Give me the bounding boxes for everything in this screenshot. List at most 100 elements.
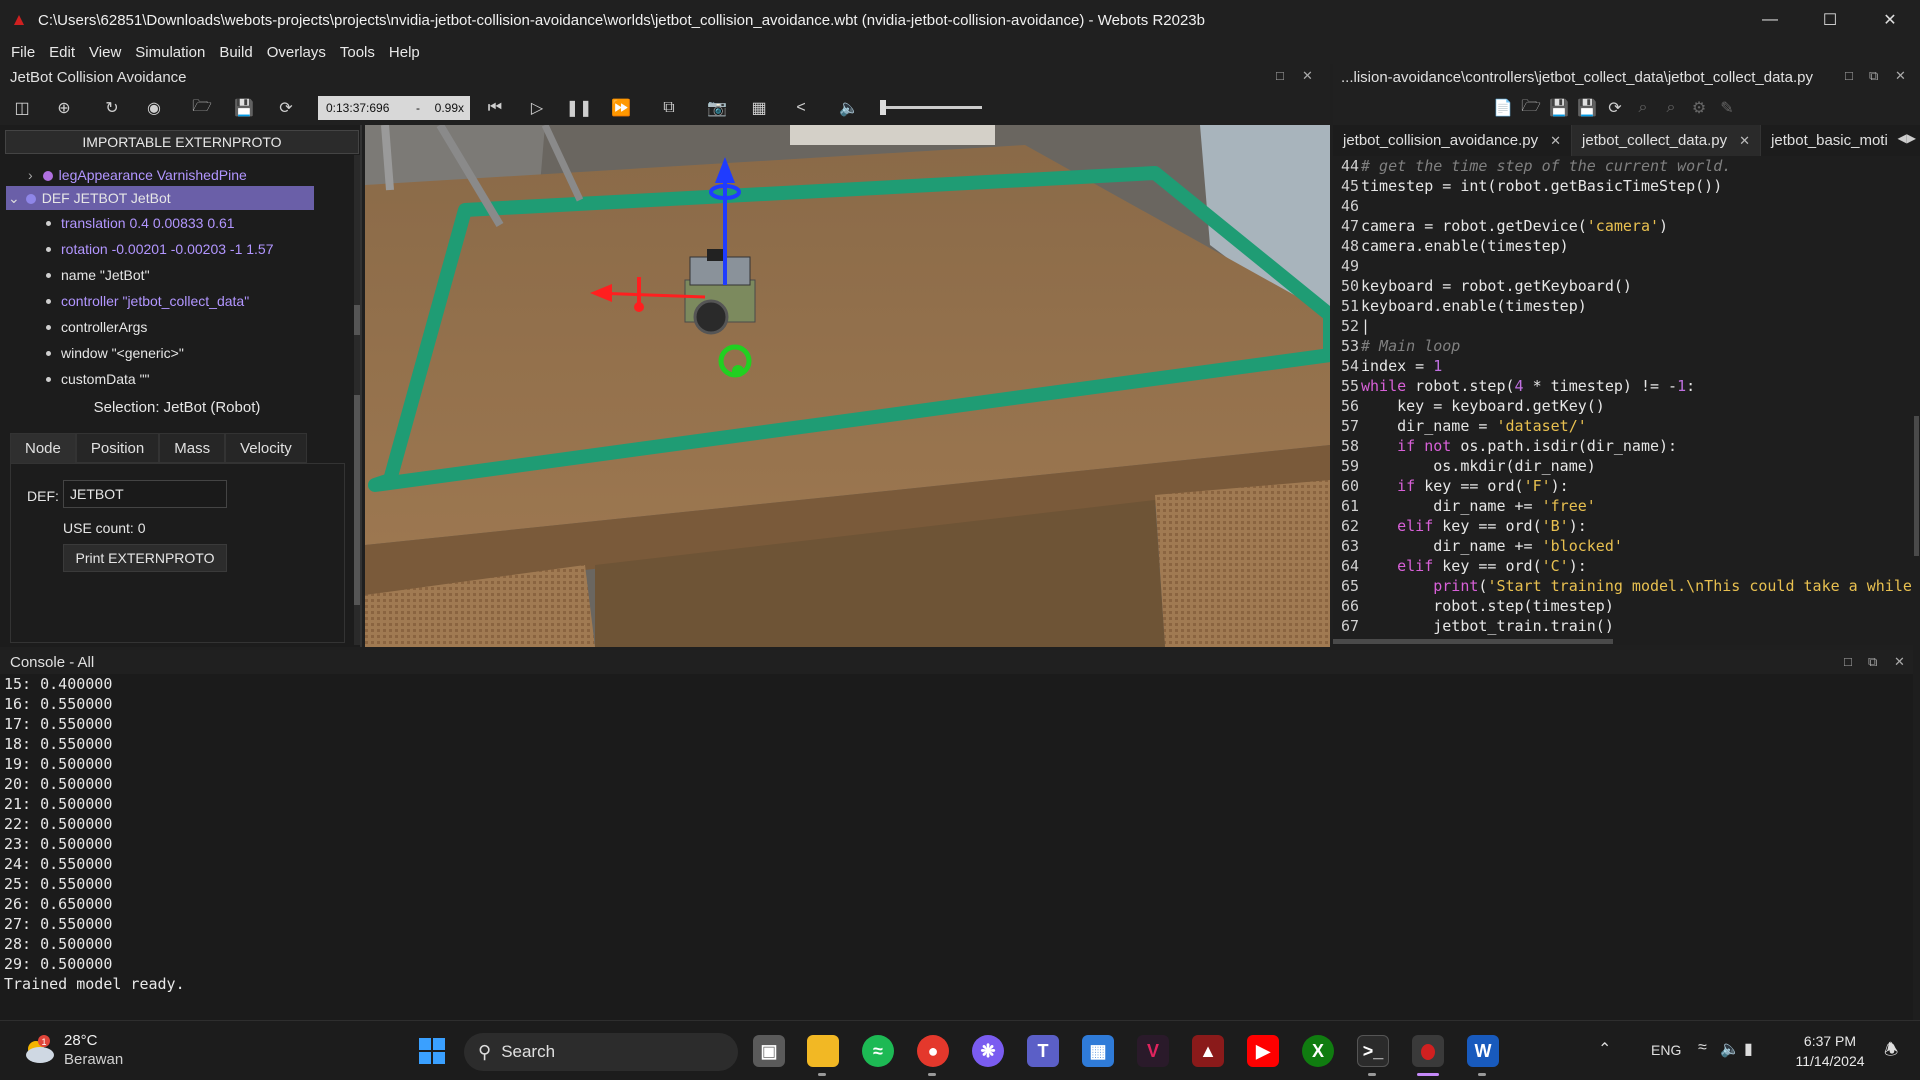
save-world-icon[interactable]: 💾 — [234, 98, 254, 118]
revert-file-icon[interactable]: ⟳ — [1605, 98, 1625, 118]
maximize-panel-icon[interactable]: ⧉ — [1869, 68, 1878, 84]
menu-view[interactable]: View — [82, 44, 128, 61]
right-vertical-scrollbar[interactable] — [1913, 156, 1920, 1038]
close-tab-icon[interactable]: ✕ — [1550, 133, 1561, 148]
task-view-icon[interactable]: ▣ — [753, 1035, 785, 1067]
fast-forward-icon[interactable]: ⏩ — [611, 98, 631, 118]
reload-world-icon[interactable]: ⟳ — [276, 98, 296, 118]
tab-jetbot-basic-motion[interactable]: jetbot_basic_moti — [1761, 125, 1898, 156]
file-explorer-icon[interactable] — [807, 1035, 839, 1067]
taskbar-search[interactable]: ⚲ Search — [464, 1033, 738, 1071]
tree-field-custom-data[interactable]: customData "" — [46, 367, 150, 391]
vertical-scrollbar-thumb[interactable] — [1914, 416, 1919, 556]
tab-jetbot-collect-data[interactable]: jetbot_collect_data.py ✕ — [1572, 125, 1762, 156]
screenshot-icon[interactable]: 📷 — [707, 98, 727, 118]
menu-help[interactable]: Help — [382, 44, 427, 61]
close-panel-icon[interactable]: ✕ — [1302, 68, 1313, 84]
close-tab-icon[interactable]: ✕ — [1739, 133, 1750, 148]
print-externproto-button[interactable]: Print EXTERNPROTO — [63, 544, 227, 572]
taskbar-clock[interactable]: 6:37 PM 11/14/2024 — [1784, 1031, 1876, 1071]
tab-mass[interactable]: Mass — [159, 433, 226, 463]
selection-scrollbar[interactable] — [354, 395, 360, 645]
find-icon[interactable]: ⌕ — [1633, 98, 1653, 118]
editor-hscroll-thumb[interactable] — [1333, 639, 1613, 644]
y-handle-knob[interactable] — [732, 365, 744, 377]
close-panel-icon[interactable]: ✕ — [1894, 654, 1905, 670]
chevron-down-icon[interactable]: ⌄ — [8, 190, 20, 206]
float-panel-icon[interactable]: □ — [1276, 68, 1284, 83]
def-field[interactable]: JETBOT — [63, 480, 227, 508]
tree-item-leg-appearance[interactable]: › legAppearance VarnishedPine — [28, 163, 247, 187]
tree-field-translation[interactable]: translation 0.4 0.00833 0.61 — [46, 211, 235, 235]
wifi-icon[interactable]: ≈ — [1698, 1039, 1707, 1057]
word-icon[interactable]: W — [1467, 1035, 1499, 1067]
youtube-icon[interactable]: ▶ — [1247, 1035, 1279, 1067]
menu-overlays[interactable]: Overlays — [260, 44, 333, 61]
selection-scrollbar-thumb[interactable] — [354, 395, 360, 605]
tree-item-jetbot-selected[interactable]: ⌄ DEF JETBOT JetBot — [6, 186, 314, 210]
tree-field-window[interactable]: window "<generic>" — [46, 341, 184, 365]
toggle-scene-tree-icon[interactable]: ◫ — [12, 98, 32, 118]
add-node-icon[interactable]: ⊕ — [54, 98, 74, 118]
teams-icon[interactable]: T — [1027, 1035, 1059, 1067]
tab-scroll-arrows[interactable]: ◀▶ — [1898, 131, 1916, 145]
tab-position[interactable]: Position — [75, 433, 160, 463]
minimize-button[interactable]: — — [1740, 0, 1800, 40]
tab-jetbot-collision-avoidance[interactable]: jetbot_collision_avoidance.py ✕ — [1333, 125, 1573, 156]
chevron-up-icon[interactable]: ⌃ — [1598, 1039, 1611, 1059]
weather-widget[interactable]: 1 28°C Berawan — [22, 1031, 123, 1069]
maximize-panel-icon[interactable]: ⧉ — [1868, 654, 1877, 670]
spotify-icon[interactable]: ≈ — [862, 1035, 894, 1067]
menu-edit[interactable]: Edit — [42, 44, 82, 61]
microsoft-store-icon[interactable]: ▦ — [1082, 1035, 1114, 1067]
close-panel-icon[interactable]: ✕ — [1895, 68, 1906, 84]
tab-node[interactable]: Node — [10, 433, 76, 463]
tree-field-controller-args[interactable]: controllerArgs — [46, 315, 147, 339]
menu-tools[interactable]: Tools — [333, 44, 382, 61]
volume-slider[interactable] — [880, 100, 982, 115]
open-world-icon[interactable]: 🗁 — [192, 98, 212, 118]
save-all-icon[interactable]: 💾 — [1577, 98, 1597, 118]
step-icon[interactable]: ▷ — [527, 98, 547, 118]
notification-bell-icon[interactable]: 🕭 — [1884, 1039, 1898, 1066]
volume-icon[interactable]: 🔈 — [839, 98, 859, 118]
valorant-icon[interactable]: V — [1137, 1035, 1169, 1067]
jetbot-robot[interactable] — [684, 249, 756, 335]
tab-velocity[interactable]: Velocity — [225, 433, 307, 463]
terminal-icon[interactable]: >_ — [1357, 1035, 1389, 1067]
pause-icon[interactable]: ❚❚ — [566, 98, 593, 118]
tree-scrollbar-thumb[interactable] — [354, 305, 360, 335]
reset-simulation-icon[interactable]: ⏮ — [485, 98, 505, 118]
xbox-icon[interactable]: X — [1302, 1035, 1334, 1067]
chevron-right-icon[interactable]: › — [28, 167, 33, 183]
start-button[interactable] — [416, 1035, 448, 1067]
tree-field-controller[interactable]: controller "jetbot_collect_data" — [46, 289, 249, 313]
float-panel-icon[interactable]: □ — [1845, 68, 1853, 83]
open-file-icon[interactable]: 🗁 — [1521, 98, 1541, 118]
importable-externproto-button[interactable]: IMPORTABLE EXTERNPROTO — [5, 130, 359, 154]
language-indicator[interactable]: ENG — [1651, 1042, 1681, 1058]
float-panel-icon[interactable]: □ — [1844, 654, 1852, 669]
speaker-icon[interactable]: 🔈 — [1720, 1039, 1740, 1059]
3d-view[interactable] — [365, 125, 1330, 647]
clean-icon[interactable]: ✎ — [1717, 98, 1737, 118]
menu-build[interactable]: Build — [212, 44, 259, 61]
chrome-icon[interactable]: ● — [917, 1035, 949, 1067]
record-movie-icon[interactable]: ▦ — [749, 98, 769, 118]
build-icon[interactable]: ⚙ — [1689, 98, 1709, 118]
code-editor[interactable]: 44 # get the time step of the current wor… — [1333, 156, 1913, 638]
game-launcher-icon[interactable]: ▲ — [1192, 1035, 1224, 1067]
copilot-icon[interactable]: ❋ — [972, 1035, 1004, 1067]
rendering-toggle-icon[interactable]: ⧉ — [659, 98, 679, 118]
console-output[interactable]: 15: 0.400000 16: 0.550000 17: 0.550000 1… — [0, 674, 1913, 1020]
reset-viewpoint-icon[interactable]: ↻ — [102, 98, 122, 118]
x-handle-knob[interactable] — [634, 302, 644, 312]
battery-icon[interactable]: ▮ — [1744, 1039, 1753, 1059]
tree-field-rotation[interactable]: rotation -0.00201 -0.00203 -1 1.57 — [46, 237, 274, 261]
maximize-button[interactable]: ☐ — [1800, 0, 1860, 40]
editor-horizontal-scrollbar[interactable] — [1333, 638, 1913, 645]
webots-icon[interactable] — [1412, 1035, 1444, 1067]
new-file-icon[interactable]: 📄 — [1493, 98, 1513, 118]
close-button[interactable]: ✕ — [1860, 0, 1920, 40]
volume-slider-knob[interactable] — [880, 100, 886, 115]
